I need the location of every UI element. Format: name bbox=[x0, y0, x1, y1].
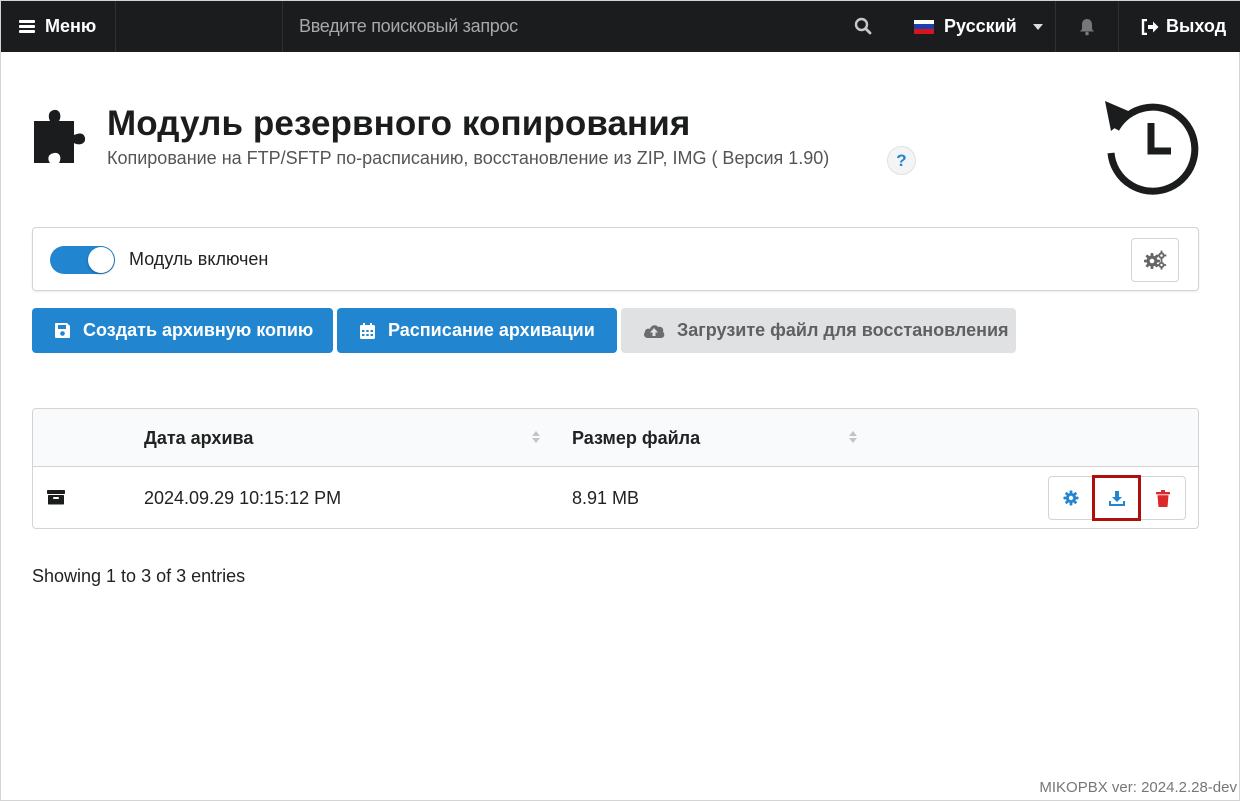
upload-restore-label: Загрузите файл для восстановления bbox=[677, 320, 1009, 340]
table-header: Дата архива Размер файла bbox=[33, 409, 1198, 467]
sign-out-icon bbox=[1141, 18, 1159, 35]
cloud-upload-icon bbox=[644, 324, 665, 338]
table-entries-info: Showing 1 to 3 of 3 entries bbox=[32, 566, 246, 586]
notifications-button[interactable] bbox=[1055, 1, 1119, 52]
language-label: Русский bbox=[944, 16, 1017, 36]
table-row: 2024.09.29 10:15:12 PM 8.91 MB bbox=[33, 467, 1198, 528]
download-button[interactable] bbox=[1091, 475, 1142, 521]
page-title: Модуль резервного копирования bbox=[107, 104, 691, 143]
column-header-date[interactable]: Дата архива bbox=[144, 428, 253, 449]
bell-icon bbox=[1080, 18, 1094, 35]
toggle-knob bbox=[88, 247, 114, 273]
create-backup-label: Создать архивную копию bbox=[83, 320, 314, 340]
calendar-icon bbox=[360, 322, 375, 339]
cog-icon bbox=[1063, 490, 1079, 506]
search-input[interactable] bbox=[283, 16, 902, 37]
history-icon bbox=[1105, 101, 1199, 195]
menu-label: Меню bbox=[45, 16, 97, 36]
bars-icon bbox=[19, 20, 35, 33]
logout-button[interactable]: Выход bbox=[1119, 1, 1240, 52]
menu-button[interactable]: Меню bbox=[1, 1, 116, 52]
restore-settings-button[interactable] bbox=[1049, 477, 1094, 519]
logout-label: Выход bbox=[1166, 16, 1227, 36]
archive-icon bbox=[47, 490, 65, 505]
trash-icon bbox=[1155, 489, 1170, 507]
page-subtitle: Копирование на FTP/SFTP по-расписанию, в… bbox=[107, 148, 830, 168]
chevron-down-icon bbox=[1032, 23, 1043, 30]
module-status-panel: Модуль включен bbox=[32, 227, 1199, 291]
row-actions bbox=[1048, 475, 1186, 521]
russia-flag-icon bbox=[914, 19, 934, 34]
module-enabled-toggle[interactable] bbox=[50, 246, 115, 274]
sort-icon[interactable] bbox=[532, 430, 540, 444]
version-label: MIKOPBX ver: 2024.2.28-dev bbox=[1039, 779, 1237, 796]
create-backup-button[interactable]: Создать архивную копию bbox=[32, 308, 333, 353]
search-icon[interactable] bbox=[854, 17, 872, 35]
archive-date: 2024.09.29 10:15:12 PM bbox=[144, 488, 342, 508]
language-dropdown[interactable]: Русский bbox=[897, 1, 1055, 52]
archive-size: 8.91 MB bbox=[572, 488, 640, 508]
delete-button[interactable] bbox=[1139, 477, 1185, 519]
help-button[interactable]: ? bbox=[887, 146, 916, 175]
upload-restore-button[interactable]: Загрузите файл для восстановления bbox=[621, 308, 1016, 353]
schedule-label: Расписание архивации bbox=[388, 320, 595, 340]
backups-table: Дата архива Размер файла 2024.09.29 10:1… bbox=[32, 408, 1199, 529]
search-bar bbox=[282, 1, 902, 52]
top-navigation-bar: Меню Русский Выход bbox=[1, 1, 1240, 52]
puzzle-icon bbox=[34, 109, 86, 163]
save-icon bbox=[55, 323, 70, 338]
module-enabled-label: Модуль включен bbox=[129, 249, 269, 269]
sort-icon[interactable] bbox=[849, 430, 857, 444]
module-settings-button[interactable] bbox=[1131, 238, 1179, 282]
download-icon bbox=[1109, 490, 1125, 506]
column-header-size[interactable]: Размер файла bbox=[572, 428, 700, 449]
cogs-icon bbox=[1144, 250, 1167, 270]
schedule-button[interactable]: Расписание архивации bbox=[337, 308, 617, 353]
